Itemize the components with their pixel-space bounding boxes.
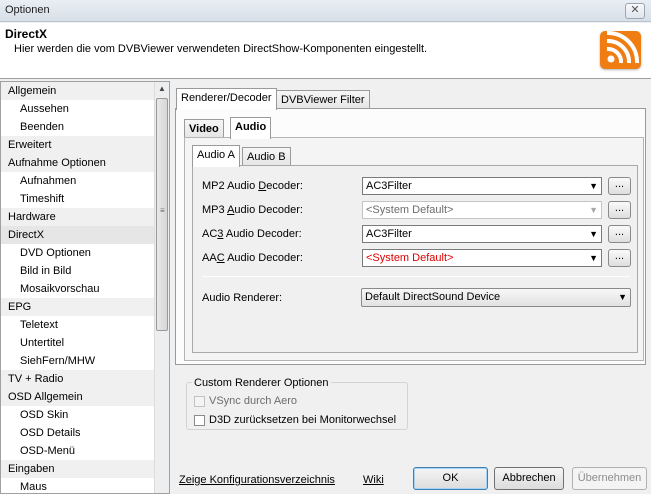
tab-dvbviewer-filter[interactable]: DVBViewer Filter [276,90,370,110]
tree-item[interactable]: Allgemein [1,82,156,100]
page-description: Hier werden die vom DVBViewer verwendete… [14,43,428,55]
chevron-down-icon: ▼ [589,229,598,239]
d3d-reset-label: D3D zurücksetzen bei Monitorwechsel [209,414,397,426]
ac3-decoder-settings-button[interactable]: ... [608,225,631,243]
window-title: Optionen [5,4,50,16]
mp3-decoder-select[interactable]: <System Default> ▼ [362,201,602,219]
tree-item[interactable]: SiehFern/MHW [1,352,156,370]
mp3-decoder-label: MP3 Audio Decoder: [202,204,303,216]
ac3-decoder-label: AC3 Audio Decoder: [202,228,302,240]
divider [202,276,630,277]
tree-item[interactable]: Beenden [1,118,156,136]
aac-decoder-settings-button[interactable]: ... [608,249,631,267]
mp2-decoder-settings-button[interactable]: ... [608,177,631,195]
tree-item[interactable]: EPG [1,298,156,316]
tab-renderer-decoder[interactable]: Renderer/Decoder [176,88,277,110]
custom-renderer-title: Custom Renderer Optionen [192,377,331,389]
tree-item[interactable]: Hardware [1,208,156,226]
page-header: DirectX Hier werden die vom DVBViewer ve… [0,23,651,79]
cancel-button[interactable]: Abbrechen [494,467,564,490]
scroll-grip-icon: ≡ [160,206,165,215]
tree-item[interactable]: Teletext [1,316,156,334]
mp2-decoder-label: MP2 Audio Decoder: [202,180,303,192]
wiki-link[interactable]: Wiki [363,474,384,486]
tree-item[interactable]: OSD Skin [1,406,156,424]
close-button[interactable]: ✕ [625,3,645,19]
tab-audio[interactable]: Audio [230,117,272,139]
tree-item[interactable]: Timeshift [1,190,156,208]
scroll-thumb[interactable]: ≡ [156,98,168,331]
d3d-reset-checkbox[interactable] [194,415,205,426]
tree-item[interactable]: Aufnahme Optionen [1,154,156,172]
title-bar: Optionen ✕ [0,0,651,22]
audio-renderer-select[interactable]: Default DirectSound Device ▼ [361,288,631,307]
tab-audio-b[interactable]: Audio B [242,147,291,167]
ok-button[interactable]: OK [413,467,488,490]
tree-item[interactable]: Eingaben [1,460,156,478]
options-tree: Allgemein Aussehen Beenden Erweitert Aufnahm… [0,81,170,494]
chevron-down-icon: ▼ [589,181,598,191]
mp3-decoder-settings-button[interactable]: ... [608,201,631,219]
tree-item[interactable]: Aussehen [1,100,156,118]
tree-rows: Allgemein Aussehen Beenden Erweitert Aufnahm… [1,82,156,493]
aac-decoder-label: AAC Audio Decoder: [202,252,303,264]
ac3-decoder-select[interactable]: AC3Filter ▼ [362,225,602,243]
tree-item[interactable]: Maus [1,478,156,493]
chevron-down-icon: ▼ [618,292,627,302]
tree-item[interactable]: Erweitert [1,136,156,154]
tree-item[interactable]: DirectX [1,226,156,244]
aac-decoder-select[interactable]: <System Default> ▼ [362,249,602,267]
tree-item[interactable]: OSD Details [1,424,156,442]
tree-item[interactable]: OSD Allgemein [1,388,156,406]
vsync-checkbox[interactable] [194,396,205,407]
chevron-down-icon: ▼ [589,253,598,263]
tree-item[interactable]: Untertitel [1,334,156,352]
tab-video[interactable]: Video [184,119,224,139]
tree-item[interactable]: Aufnahmen [1,172,156,190]
apply-button[interactable]: Übernehmen [572,467,647,490]
tree-item[interactable]: OSD-Menü [1,442,156,460]
audio-renderer-label: Audio Renderer: [202,292,283,304]
tree-item[interactable]: DVD Optionen [1,244,156,262]
dvbviewer-logo-icon [600,30,641,69]
vsync-label: VSync durch Aero [209,395,298,407]
tree-item[interactable]: TV + Radio [1,370,156,388]
tree-scrollbar[interactable]: ▲ ≡ [154,82,169,493]
chevron-down-icon: ▼ [589,205,598,215]
tree-item[interactable]: Mosaikvorschau [1,280,156,298]
tab-audio-a[interactable]: Audio A [192,145,240,167]
scroll-up-arrow-icon[interactable]: ▲ [155,82,169,96]
page-title: DirectX [5,27,48,41]
config-directory-link[interactable]: Zeige Konfigurationsverzeichnis [179,474,335,486]
mp2-decoder-select[interactable]: AC3Filter ▼ [362,177,602,195]
tree-item[interactable]: Bild in Bild [1,262,156,280]
